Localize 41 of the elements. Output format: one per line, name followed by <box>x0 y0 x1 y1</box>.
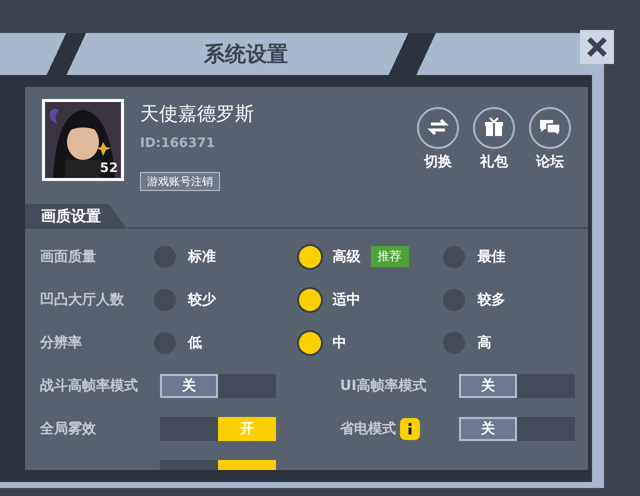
radio-button[interactable] <box>154 332 176 354</box>
setting-label: 画面质量 <box>40 248 97 266</box>
radio-button[interactable] <box>154 288 176 310</box>
close-button[interactable] <box>580 30 614 64</box>
setting-label: 分辨率 <box>40 334 83 352</box>
option-label[interactable]: 适中 <box>332 290 363 308</box>
option-label[interactable]: 最佳 <box>477 248 508 266</box>
window-title: 系统设置 <box>204 41 288 68</box>
radio-button[interactable] <box>443 288 466 310</box>
option-label[interactable]: 高 <box>477 334 508 352</box>
option-label[interactable]: 低 <box>188 334 218 352</box>
close-icon <box>586 36 608 58</box>
radio-button[interactable] <box>298 332 321 354</box>
player-id: ID:166371 <box>140 136 216 151</box>
action-button[interactable]: 切换 <box>417 107 459 203</box>
setting-label: 全局雾效 <box>40 420 96 438</box>
setting-label: 省电模式 <box>340 420 396 438</box>
radio-button[interactable] <box>154 246 176 268</box>
level-label: 52 <box>100 161 118 176</box>
radio-button[interactable] <box>298 246 321 268</box>
toggle-switch[interactable]: 关 <box>160 374 276 398</box>
section-title: 画质设置 <box>25 204 127 229</box>
toggle-switch[interactable]: 关 <box>459 416 575 440</box>
setting-label: 凹凸大厅人数 <box>40 290 125 308</box>
info-icon[interactable] <box>400 418 420 440</box>
radio-button[interactable] <box>443 246 466 268</box>
option-label[interactable]: 中 <box>332 334 363 352</box>
action-button[interactable]: 论坛 <box>529 107 571 203</box>
option-label[interactable]: 较少 <box>188 290 218 308</box>
option-label[interactable]: 高级 <box>332 248 363 266</box>
player-name: 天使嘉德罗斯 <box>140 102 254 127</box>
option-label[interactable]: 标准 <box>188 248 218 266</box>
recommend-badge: 推荐 <box>370 246 409 267</box>
account-cancel-button[interactable]: 游戏账号注销 <box>140 172 220 191</box>
option-label[interactable]: 较多 <box>477 290 508 308</box>
radio-button[interactable] <box>298 288 321 310</box>
toggle-switch[interactable]: 关 <box>459 374 575 398</box>
radio-button[interactable] <box>443 332 466 354</box>
setting-label: UI高帧率模式 <box>340 376 427 394</box>
setting-label: 战斗高帧率模式 <box>40 376 138 394</box>
action-button[interactable]: 礼包 <box>473 107 515 203</box>
